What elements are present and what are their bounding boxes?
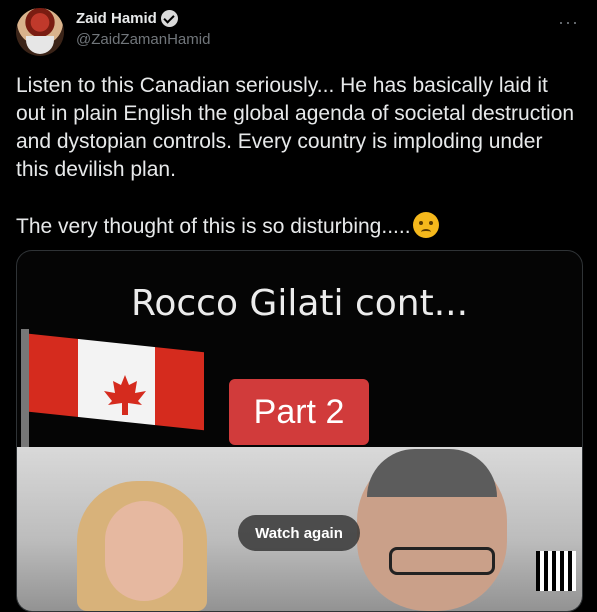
more-icon[interactable]: ···	[558, 12, 579, 33]
author-name[interactable]: Zaid Hamid	[76, 10, 157, 27]
glasses-icon	[389, 547, 495, 575]
qr-code	[536, 551, 576, 591]
angry-face-icon	[412, 212, 439, 238]
part-badge: Part 2	[229, 379, 369, 445]
tweet-text: Listen to this Canadian seriously... He …	[16, 72, 576, 241]
watch-again-button[interactable]: Watch again	[238, 515, 360, 551]
avatar[interactable]	[16, 8, 64, 56]
author-row: Zaid Hamid	[76, 10, 178, 27]
video-caption: Rocco Gilati cont...	[130, 283, 469, 324]
video-player[interactable]: Rocco Gilati cont... Part 2	[16, 250, 583, 612]
author-handle[interactable]: @ZaidZamanHamid	[76, 31, 210, 48]
maple-leaf-icon	[104, 375, 146, 415]
avatar-beard	[26, 36, 54, 54]
person-left-face	[105, 501, 183, 601]
tweet-text-body: Listen to this Canadian seriously... He …	[16, 74, 575, 238]
verified-badge-icon	[160, 10, 178, 27]
tweet: Zaid Hamid @ZaidZamanHamid ··· Listen to…	[0, 0, 597, 612]
